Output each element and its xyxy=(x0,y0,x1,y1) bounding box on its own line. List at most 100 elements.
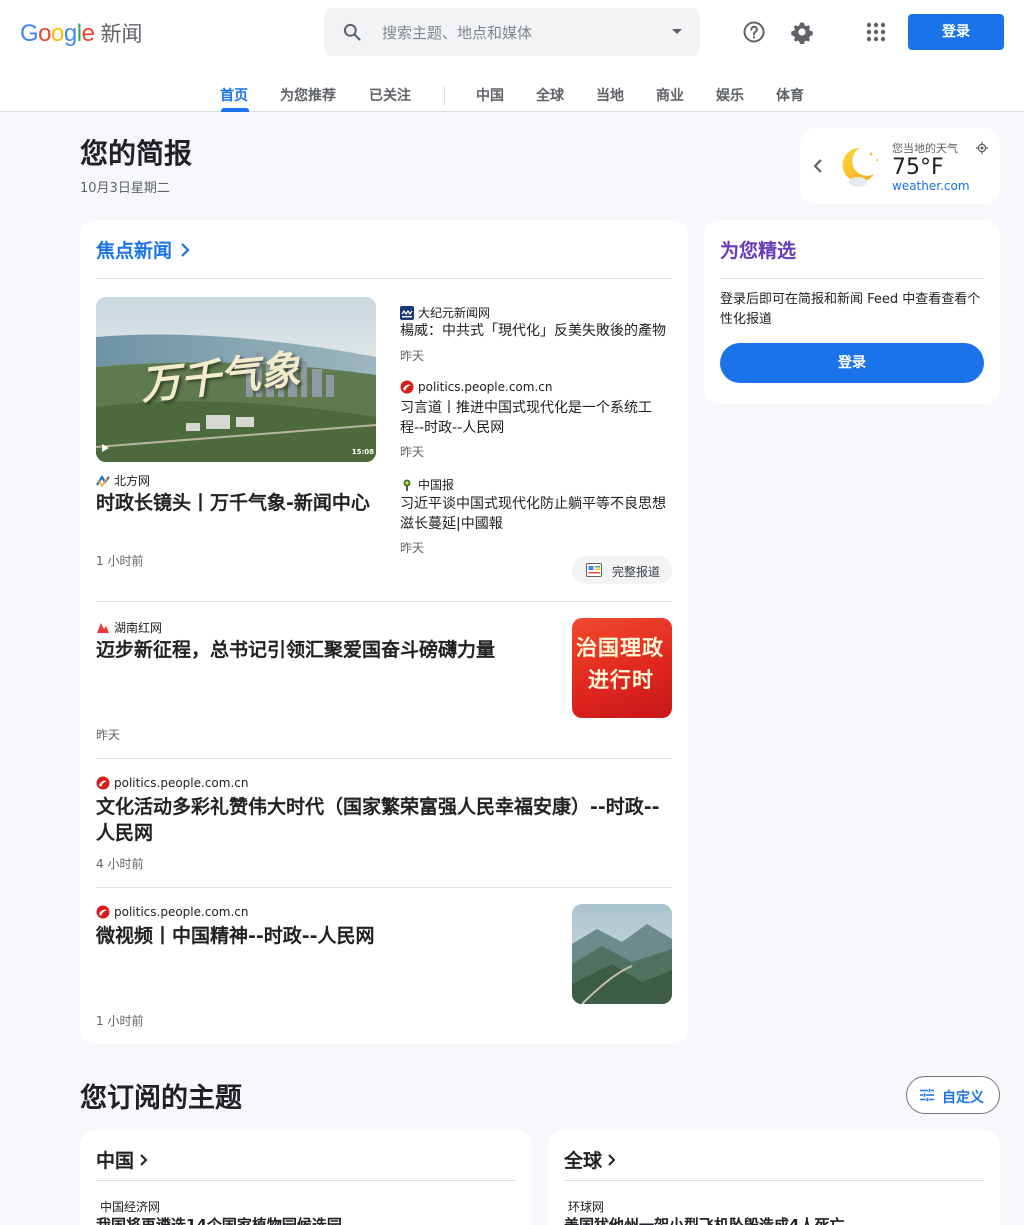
for-you-message: 登录后即可在简报和新闻 Feed 中查看查看个性化报道 xyxy=(720,292,981,327)
related-time: 昨天 xyxy=(400,445,425,459)
section-divider xyxy=(96,1180,516,1181)
tab-china[interactable]: 中国 xyxy=(476,85,504,105)
beifang-logo-icon xyxy=(96,473,110,488)
google-news-logo[interactable]: Google 新闻 xyxy=(20,18,142,48)
customize-button[interactable]: 自定义 xyxy=(906,1076,1000,1114)
chevron-left-icon[interactable] xyxy=(812,158,824,174)
chevron-right-icon xyxy=(608,1153,616,1166)
related-headline[interactable]: 习言道丨推进中国式现代化是一个系统工程--时政--人民网 xyxy=(400,398,662,438)
story-headline[interactable]: 微视频丨中国精神--时政--人民网 xyxy=(96,923,546,949)
search-input[interactable]: 搜索主题、地点和媒体 xyxy=(382,22,532,43)
topic-card-world: 全球 环球网 美国犹他州一架小型飞机坠毁造成4人死亡 xyxy=(548,1130,1000,1225)
source-name: 中国报 xyxy=(418,478,455,492)
story-divider xyxy=(96,887,672,888)
weather-source-link[interactable]: weather.com xyxy=(892,179,970,193)
topic-link[interactable]: 中国 xyxy=(96,1146,148,1173)
topic-card-china: 中国 中国经济网 我国将再遴选14个国家植物园候选园 xyxy=(80,1130,532,1225)
source-name: 大纪元新闻网 xyxy=(418,306,491,320)
hero-headline[interactable]: 时政长镜头丨万千气象-新闻中心 xyxy=(96,490,376,516)
product-name: 新闻 xyxy=(100,22,143,46)
story-headline[interactable]: 文化活动多彩礼赞伟大时代（国家繁荣富强人民幸福安康）--时政--人民网 xyxy=(96,794,672,846)
top-stories-card: 焦点新闻 万千气象 15:08 北方网 时政长镜头丨万千气象-新闻中心 1 小时… xyxy=(80,220,688,1044)
tab-home[interactable]: 首页 xyxy=(220,85,248,105)
full-coverage-label: 完整报道 xyxy=(612,565,661,579)
briefing-date: 10月3日星期二 xyxy=(80,181,170,196)
story-thumbnail[interactable]: 治国理政 进行时 xyxy=(572,618,672,718)
tab-sports[interactable]: 体育 xyxy=(776,85,804,105)
page-title: 您的简报 xyxy=(80,137,193,170)
sign-in-button[interactable]: 登录 xyxy=(908,14,1004,50)
topic-link[interactable]: 全球 xyxy=(564,1146,616,1173)
story-source[interactable]: 中国经济网 xyxy=(100,1198,160,1215)
full-coverage-icon xyxy=(586,563,602,577)
hero-source[interactable]: 北方网 xyxy=(96,472,150,489)
for-you-card: 为您精选 登录后即可在简报和新闻 Feed 中查看查看个性化报道 登录 xyxy=(704,220,1000,404)
hero-time: 1 小时前 xyxy=(96,554,144,568)
search-icon[interactable] xyxy=(342,22,362,42)
story-source[interactable]: 环球网 xyxy=(568,1198,604,1215)
mountain-image xyxy=(572,904,672,1004)
apps-grid-icon[interactable] xyxy=(864,20,888,44)
tab-divider xyxy=(444,86,445,106)
section-divider xyxy=(720,278,984,279)
people-daily-logo-icon xyxy=(400,380,414,394)
dropdown-caret-icon[interactable] xyxy=(672,29,682,34)
story-headline[interactable]: 迈步新征程，总书记引领汇聚爱国奋斗磅礴力量 xyxy=(96,637,546,663)
active-tab-indicator xyxy=(221,108,249,112)
customize-label: 自定义 xyxy=(942,1090,984,1106)
source-name: 环球网 xyxy=(568,1200,605,1214)
hero-video-thumbnail[interactable]: 万千气象 15:08 xyxy=(96,297,376,462)
source-name: 北方网 xyxy=(114,474,151,488)
tab-for-you[interactable]: 为您推荐 xyxy=(280,85,336,105)
related-time: 昨天 xyxy=(400,541,425,555)
help-icon[interactable] xyxy=(742,20,766,44)
settings-icon[interactable] xyxy=(790,20,814,44)
story-headline[interactable]: 我国将再遴选14个国家植物园候选园 xyxy=(96,1215,516,1225)
related-headline[interactable]: 楊威：中共式「現代化」反美失敗後的產物 xyxy=(400,321,672,341)
moon-icon xyxy=(842,147,878,187)
related-source[interactable]: politics.people.com.cn xyxy=(400,380,552,394)
location-icon[interactable] xyxy=(976,142,988,154)
sign-in-button[interactable]: 登录 xyxy=(720,343,984,383)
story-source[interactable]: 湖南红网 xyxy=(96,619,162,636)
full-coverage-button[interactable]: 完整报道 xyxy=(572,556,672,584)
source-name: 湖南红网 xyxy=(114,621,163,635)
source-name: 中国经济网 xyxy=(100,1200,161,1214)
video-duration: 15:08 xyxy=(351,448,374,456)
tab-local[interactable]: 当地 xyxy=(596,85,624,105)
source-name: politics.people.com.cn xyxy=(114,776,249,790)
section-divider xyxy=(564,1180,984,1181)
related-time: 昨天 xyxy=(400,349,425,363)
related-headline[interactable]: 习近平谈中国式现代化防止躺平等不良思想滋长蔓延|中國報 xyxy=(400,494,672,534)
related-source[interactable]: 中国报 xyxy=(400,476,454,493)
top-bar: Google 新闻 搜索主题、地点和媒体 登录 首页 为您推荐 已关注 中国 全… xyxy=(0,0,1024,112)
tab-entertainment[interactable]: 娱乐 xyxy=(716,85,744,105)
section-divider xyxy=(96,278,672,279)
tab-world[interactable]: 全球 xyxy=(536,85,564,105)
topic-name: 全球 xyxy=(564,1150,603,1172)
for-you-title[interactable]: 为您精选 xyxy=(720,236,796,263)
story-source[interactable]: politics.people.com.cn xyxy=(96,905,248,919)
story-headline[interactable]: 美国犹他州一架小型飞机坠毁造成4人死亡 xyxy=(564,1215,984,1225)
nav-tabs: 首页 为您推荐 已关注 中国 全球 当地 商业 娱乐 体育 xyxy=(0,76,1024,112)
chevron-right-icon xyxy=(140,1153,148,1166)
google-wordmark: Google xyxy=(20,20,95,47)
people-daily-logo-icon xyxy=(96,905,110,919)
tab-following[interactable]: 已关注 xyxy=(369,85,411,105)
weather-widget[interactable]: 您当地的天气 75°F weather.com xyxy=(800,128,1000,204)
rednet-logo-icon xyxy=(96,620,110,635)
story-thumbnail[interactable] xyxy=(572,904,672,1004)
chevron-right-icon xyxy=(181,242,190,257)
related-source[interactable]: 大纪元新闻网 xyxy=(400,304,490,321)
source-name: politics.people.com.cn xyxy=(418,380,553,394)
story-time: 1 小时前 xyxy=(96,1014,144,1028)
story-time: 4 小时前 xyxy=(96,857,144,871)
tab-business[interactable]: 商业 xyxy=(656,85,684,105)
thumbnail-text: 治国理政 xyxy=(576,636,664,660)
story-source[interactable]: politics.people.com.cn xyxy=(96,776,248,790)
top-stories-title: 焦点新闻 xyxy=(96,240,173,262)
chinapress-logo-icon xyxy=(400,477,414,492)
search-box[interactable]: 搜索主题、地点和媒体 xyxy=(324,8,700,56)
top-stories-link[interactable]: 焦点新闻 xyxy=(96,236,190,263)
play-icon[interactable] xyxy=(102,444,109,452)
